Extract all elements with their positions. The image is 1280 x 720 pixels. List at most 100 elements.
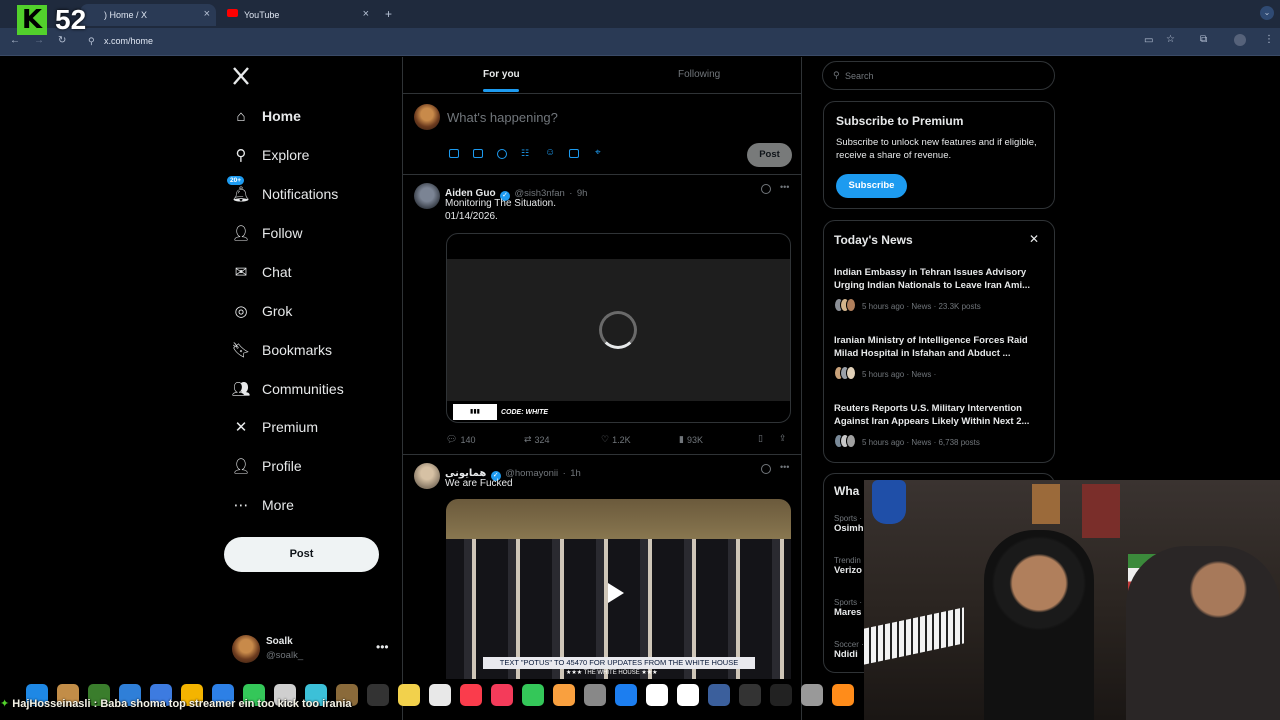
dock-app-icon[interactable] [398,684,420,706]
dock-app-icon[interactable] [832,684,854,706]
like-button[interactable]: ♡ 1.2K [601,434,631,445]
more-dots-icon[interactable]: ••• [376,640,389,654]
dock-app-icon[interactable] [708,684,730,706]
menu-icon[interactable]: ⋮ [1264,34,1274,45]
search-input[interactable]: ⚲ Search [822,61,1055,90]
nav-label: More [262,497,294,513]
person-image [1126,546,1280,720]
dock-app-icon[interactable] [770,684,792,706]
trend-item[interactable]: Sports · Osimh [834,514,864,534]
dock-app-icon[interactable] [491,684,513,706]
trend-item[interactable]: Soccer · Ndidi [834,640,864,660]
schedule-icon[interactable] [569,149,579,158]
tab-youtube[interactable]: YouTube × [220,4,375,26]
media-icon[interactable] [449,149,459,158]
news-meta-row: 5 hours ago · News · 6,738 posts [834,432,1046,450]
composer-input[interactable]: What's happening? [447,110,558,125]
x-logo-icon[interactable] [231,66,251,86]
tweet-line: Monitoring The Situation. [445,198,556,209]
nav-item-profile[interactable]: 👤︎ Profile [230,451,301,481]
views-button[interactable]: ▮ 93K [679,434,703,445]
nav-item-grok[interactable]: ◎ Grok [230,296,292,326]
url-text[interactable]: x.com/home [104,36,153,46]
tweet-text: Monitoring The Situation. 01/14/2026. [445,197,556,223]
tweet-time[interactable]: 1h [570,468,581,479]
tweet[interactable]: Aiden Guo ✓ @sish3nfan · 9h ••• Monitori… [403,175,801,455]
tab-following[interactable]: Following [678,69,720,80]
profile-icon[interactable] [1234,34,1246,46]
repost-button[interactable]: ⇄ 324 [524,434,550,445]
dock-app-icon[interactable] [460,684,482,706]
composer-post-button[interactable]: Post [747,143,792,167]
news-item[interactable]: Reuters Reports U.S. Military Interventi… [834,403,1046,450]
site-info-icon[interactable]: ⚲ [88,36,95,47]
dock-app-icon[interactable] [553,684,575,706]
share-button[interactable]: ⇪ [779,433,787,444]
nav-item-communities[interactable]: 👥︎ Communities [230,374,343,404]
tweet-video[interactable]: TEXT "POTUS" TO 45470 FOR UPDATES FROM T… [446,499,791,679]
forward-icon[interactable]: → [34,35,44,46]
nav-item-chat[interactable]: ✉ Chat [230,257,292,287]
dock-app-icon[interactable] [646,684,668,706]
location-icon[interactable]: ⌖ [595,147,601,158]
trend-item[interactable]: Trendin Verizo [834,556,862,576]
close-tab-icon[interactable]: × [363,8,369,20]
tweet-handle[interactable]: @homayonii [505,468,558,479]
dock-app-icon[interactable] [615,684,637,706]
kick-viewer-count: 52 [55,4,87,35]
dock-app-icon[interactable] [677,684,699,706]
trend-category: Sports · [834,514,863,523]
more-dots-icon[interactable]: ••• [780,182,789,192]
tab-for-you[interactable]: For you [483,69,520,80]
dock-app-icon[interactable] [801,684,823,706]
dock-app-icon[interactable] [584,684,606,706]
bookmark-star-icon[interactable]: ☆ [1166,34,1175,45]
dock-app-icon[interactable] [739,684,761,706]
back-icon[interactable]: ← [10,35,20,46]
account-switcher[interactable]: Soalk @soalk_ ••• [230,634,390,664]
gif-icon[interactable] [473,149,483,158]
subscribe-button[interactable]: Subscribe [836,174,907,198]
news-item[interactable]: Iranian Ministry of Intelligence Forces … [834,335,1046,382]
news-avatar [846,365,856,380]
nav-item-notifications[interactable]: 🔔︎ 20+ Notifications [226,175,338,209]
dock-app-icon[interactable] [429,684,451,706]
grok-explain-icon[interactable] [761,184,771,194]
nav-item-premium[interactable]: ✕ Premium [230,412,318,442]
dock-app-icon[interactable] [522,684,544,706]
account-name: Soalk [266,636,293,647]
play-icon[interactable] [608,583,624,603]
tweet-time[interactable]: 9h [577,188,588,199]
views-icon: ▮ [679,434,684,444]
extensions-icon[interactable]: ⧉ [1200,34,1207,45]
nav-item-home[interactable]: ⌂ Home [230,101,300,131]
news-meta-row: 5 hours ago · News · [834,364,1046,382]
tab-x-home[interactable]: ) Home / X × [80,4,216,26]
grok-icon[interactable] [497,149,507,159]
video-subcaption: ★★★ THE WHITE HOUSE ★★★ [566,670,658,676]
close-icon[interactable]: ✕ [1029,232,1039,246]
nav-item-explore[interactable]: ⚲ Explore [230,140,310,170]
post-button[interactable]: Post [224,537,379,572]
emoji-icon[interactable]: ☺ [545,147,555,158]
nav-item-bookmarks[interactable]: 🔖︎ Bookmarks [230,335,332,365]
nav-item-more[interactable]: ⋯ More [230,490,294,520]
bookmark-button[interactable]: ▯ [758,433,763,444]
tweet-video[interactable]: ▮▮▮ CODE: WHITE [446,233,791,423]
news-item[interactable]: Indian Embassy in Tehran Issues Advisory… [834,267,1046,314]
grok-explain-icon[interactable] [761,464,771,474]
dock-app-icon[interactable] [367,684,389,706]
search-icon: ⚲ [833,70,840,80]
premium-title: Subscribe to Premium [836,114,964,128]
nav-item-follow[interactable]: 👤︎ Follow [230,218,302,248]
tab-search-icon[interactable]: ⌄ [1260,6,1274,20]
cast-icon[interactable]: ▭ [1144,35,1153,46]
reload-icon[interactable]: ↻ [58,35,66,46]
reply-button[interactable]: 💬︎ 140 [446,434,475,445]
more-dots-icon[interactable]: ••• [780,462,789,472]
close-tab-icon[interactable]: × [204,8,210,20]
tweet[interactable]: همایونی ✓ @homayonii · 1h ••• We are Fuc… [403,455,801,720]
new-tab-icon[interactable]: + [385,7,392,21]
poll-icon[interactable]: ☷ [521,148,529,159]
trend-item[interactable]: Sports · Mares [834,598,862,618]
